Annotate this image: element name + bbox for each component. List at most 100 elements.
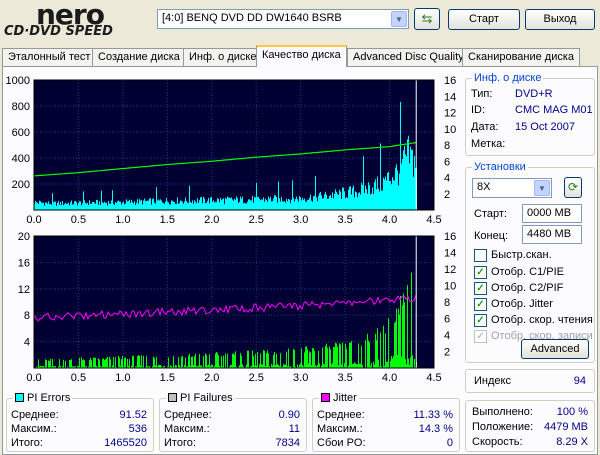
data-bar bbox=[374, 182, 375, 210]
data-bar bbox=[103, 203, 104, 210]
data-bar bbox=[122, 202, 123, 210]
data-bar bbox=[248, 199, 249, 210]
data-bar bbox=[243, 203, 244, 210]
data-bar bbox=[198, 202, 199, 210]
data-bar bbox=[341, 198, 342, 210]
data-bar bbox=[42, 202, 43, 210]
data-bar bbox=[61, 205, 62, 210]
data-bar bbox=[304, 352, 305, 368]
data-bar bbox=[205, 353, 206, 368]
show-jitter-checkbox[interactable]: ✓ Отобр. Jitter bbox=[474, 298, 553, 312]
refresh-button[interactable]: ⟳ bbox=[564, 177, 582, 198]
data-bar bbox=[412, 149, 413, 210]
data-bar bbox=[296, 196, 297, 210]
disc-info-title: Инф. о диске bbox=[472, 72, 544, 84]
drive-select[interactable]: [4:0] BENQ DVD DD DW1640 BSRB ▼ bbox=[157, 9, 409, 29]
data-bar bbox=[110, 203, 111, 210]
data-bar bbox=[182, 201, 183, 210]
data-bar bbox=[359, 192, 360, 210]
data-bar bbox=[413, 176, 414, 210]
show-c2-pif-checkbox[interactable]: ✓ Отобр. C2/PIF bbox=[474, 282, 563, 296]
data-bar bbox=[394, 322, 395, 368]
show-c1-pie-checkbox[interactable]: ✓ Отобр. C1/PIE bbox=[474, 266, 564, 280]
data-bar bbox=[274, 195, 275, 210]
data-bar bbox=[77, 205, 78, 210]
data-bar bbox=[410, 146, 411, 210]
data-bar bbox=[118, 355, 119, 368]
show-c2-pif-label: Отобр. C2/PIF bbox=[491, 282, 564, 294]
data-bar bbox=[407, 139, 408, 210]
exit-button[interactable]: Выход bbox=[525, 9, 595, 30]
data-bar bbox=[135, 204, 136, 210]
data-bar bbox=[79, 357, 80, 368]
disc-label-label: Метка: bbox=[471, 138, 506, 150]
pi-failures-max-value: 11 bbox=[288, 423, 300, 435]
y-left-tick-label: 4 bbox=[24, 337, 30, 349]
data-bar bbox=[366, 189, 367, 210]
data-bar bbox=[134, 201, 135, 210]
x-tick-label: 4.0 bbox=[382, 214, 397, 226]
chevron-down-icon[interactable]: ▼ bbox=[534, 180, 550, 196]
tab-disc-quality[interactable]: Качество диска bbox=[256, 45, 347, 67]
data-bar bbox=[110, 359, 111, 368]
data-bar bbox=[121, 359, 122, 368]
data-bar bbox=[86, 203, 87, 210]
data-bar bbox=[404, 302, 405, 368]
tab-disc-info[interactable]: Инф. о диске bbox=[183, 48, 263, 66]
pi-errors-avg-value: 91.52 bbox=[119, 409, 147, 421]
data-bar bbox=[54, 201, 55, 210]
data-bar bbox=[122, 355, 123, 368]
data-bar bbox=[327, 198, 328, 210]
data-bar bbox=[297, 199, 298, 210]
data-bar bbox=[182, 355, 183, 368]
data-bar bbox=[289, 199, 290, 210]
data-bar bbox=[218, 198, 219, 210]
chevron-down-icon[interactable]: ▼ bbox=[391, 11, 407, 27]
data-bar bbox=[161, 200, 162, 210]
tab-create-disc[interactable]: Создание диска bbox=[92, 48, 186, 66]
tab-advanced-disc-quality[interactable]: Advanced Disc Quality bbox=[347, 48, 470, 66]
data-bar bbox=[389, 181, 390, 210]
show-read-speed-label: Отобр. скор. чтения bbox=[491, 314, 593, 326]
start-mb-input[interactable]: 0000 MB bbox=[522, 204, 582, 223]
drive-swap-button[interactable]: ⇆ bbox=[414, 8, 440, 30]
data-bar bbox=[143, 200, 144, 210]
data-bar bbox=[402, 158, 403, 210]
end-mb-input[interactable]: 4480 MB bbox=[522, 225, 582, 244]
speed-select[interactable]: 8X ▼ bbox=[472, 178, 552, 198]
data-bar bbox=[133, 355, 134, 368]
data-bar bbox=[99, 359, 100, 368]
data-bar bbox=[344, 363, 345, 368]
x-tick-label: 3.5 bbox=[337, 372, 352, 384]
data-bar bbox=[378, 359, 379, 368]
data-bar bbox=[187, 202, 188, 210]
data-bar bbox=[236, 196, 237, 210]
data-bar bbox=[76, 202, 77, 210]
data-bar bbox=[47, 203, 48, 210]
tab-disc-scan[interactable]: Сканирование диска bbox=[462, 48, 581, 66]
data-bar bbox=[275, 195, 276, 210]
data-bar bbox=[190, 201, 191, 210]
show-read-speed-checkbox[interactable]: ✓ Отобр. скор. чтения bbox=[474, 314, 593, 328]
advanced-button[interactable]: Advanced bbox=[521, 339, 589, 359]
data-bar bbox=[344, 191, 345, 210]
data-bar bbox=[348, 189, 349, 210]
data-bar bbox=[35, 200, 36, 210]
data-bar bbox=[179, 202, 180, 210]
x-tick-label: 1.0 bbox=[115, 372, 130, 384]
y-left-tick-label: 20 bbox=[18, 231, 30, 243]
data-bar bbox=[318, 350, 319, 368]
data-bar bbox=[257, 197, 258, 210]
data-bar bbox=[336, 343, 337, 368]
data-bar bbox=[105, 202, 106, 210]
tab-benchmark[interactable]: Эталонный тест bbox=[2, 48, 97, 66]
data-bar bbox=[326, 194, 327, 210]
data-bar bbox=[113, 203, 114, 210]
data-bar bbox=[63, 204, 64, 210]
quick-scan-checkbox[interactable]: Быстр.скан. bbox=[474, 249, 552, 263]
data-bar bbox=[127, 201, 128, 210]
start-button[interactable]: Старт bbox=[448, 9, 520, 30]
data-bar bbox=[397, 354, 398, 368]
y-left-tick-label: 400 bbox=[12, 153, 30, 165]
pi-failures-total-label: Итого: bbox=[164, 437, 196, 449]
